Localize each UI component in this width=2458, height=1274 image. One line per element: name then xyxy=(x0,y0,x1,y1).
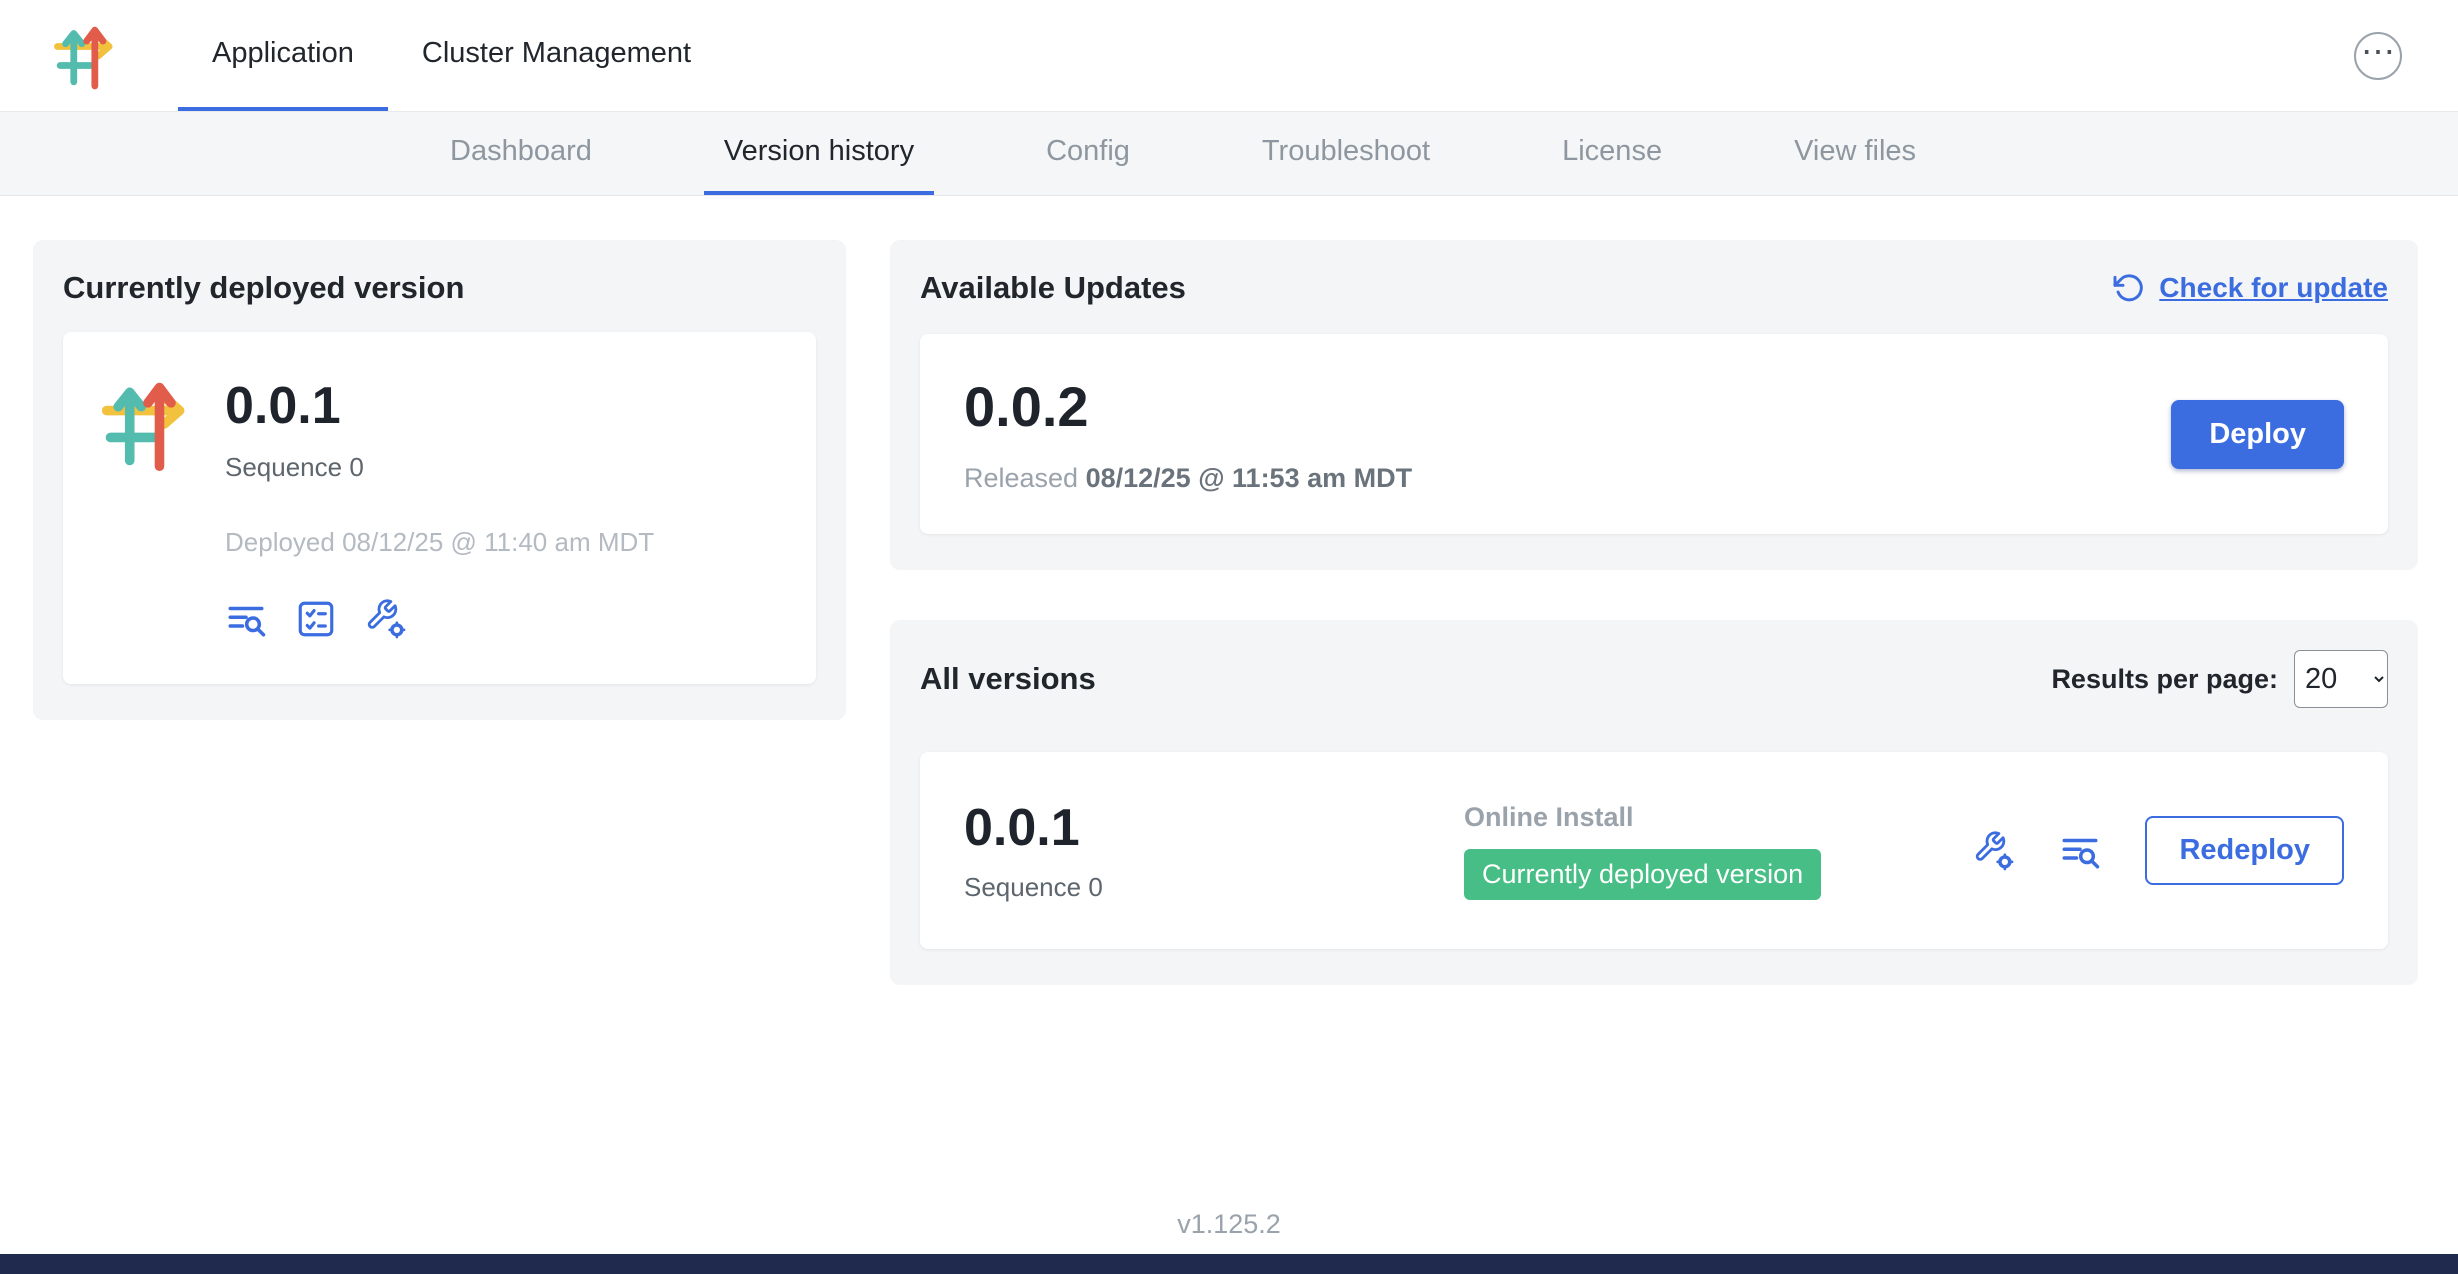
currently-deployed-badge: Currently deployed version xyxy=(1464,849,1821,900)
checklist-icon[interactable] xyxy=(295,598,337,640)
more-menu-button[interactable]: ⋯ xyxy=(2354,32,2402,80)
currently-deployed-card: Currently deployed version 0.0.1 Sequenc… xyxy=(33,240,846,720)
results-per-page: Results per page: 20 xyxy=(2051,650,2388,708)
subnav-item-config[interactable]: Config xyxy=(1026,112,1150,195)
update-info: 0.0.2 Released 08/12/25 @ 11:53 am MDT xyxy=(964,374,1412,494)
bottom-bar xyxy=(0,1254,2458,1274)
current-version-actions xyxy=(225,598,654,640)
subnav-dashboard-label: Dashboard xyxy=(450,135,592,168)
subnav-item-license[interactable]: License xyxy=(1542,112,1682,195)
available-update-row: 0.0.2 Released 08/12/25 @ 11:53 am MDT D… xyxy=(920,334,2388,534)
top-nav: Application Cluster Management ⋯ xyxy=(0,0,2458,112)
app-subnav: Dashboard Version history Config Trouble… xyxy=(0,112,2458,196)
available-updates-header: Available Updates Check for update xyxy=(920,270,2388,306)
results-per-page-select[interactable]: 20 xyxy=(2294,650,2388,708)
released-date: 08/12/25 @ 11:53 am MDT xyxy=(1086,463,1413,493)
tab-cluster-management[interactable]: Cluster Management xyxy=(388,0,725,111)
right-column: Available Updates Check for update 0.0.2… xyxy=(890,240,2418,985)
console-version: v1.125.2 xyxy=(0,1209,2458,1240)
subnav-version-history-label: Version history xyxy=(724,135,914,168)
available-updates-title: Available Updates xyxy=(920,270,1186,306)
check-for-update-label: Check for update xyxy=(2159,272,2388,304)
row-version-number: 0.0.1 xyxy=(964,798,1464,858)
current-version-sequence: Sequence 0 xyxy=(225,452,654,483)
subnav-view-files-label: View files xyxy=(1794,135,1916,168)
version-row-info: 0.0.1 Sequence 0 xyxy=(964,798,1464,903)
redeploy-button[interactable]: Redeploy xyxy=(2145,816,2344,885)
text-search-icon[interactable] xyxy=(2059,830,2101,872)
current-version-number: 0.0.1 xyxy=(225,376,654,436)
subnav-troubleshoot-label: Troubleshoot xyxy=(1262,135,1430,168)
app-logo-icon xyxy=(0,0,120,111)
released-prefix: Released xyxy=(964,463,1078,493)
subnav-item-version-history[interactable]: Version history xyxy=(704,112,934,195)
wrench-gear-icon[interactable] xyxy=(365,598,407,640)
all-versions-card: All versions Results per page: 20 0.0.1 … xyxy=(890,620,2418,985)
tab-application[interactable]: Application xyxy=(178,0,388,111)
current-version-info: 0.0.1 Sequence 0 Deployed 08/12/25 @ 11:… xyxy=(225,376,654,640)
tab-cluster-management-label: Cluster Management xyxy=(422,37,691,70)
text-search-icon[interactable] xyxy=(225,598,267,640)
app-logo-icon xyxy=(99,376,195,640)
install-type-label: Online Install xyxy=(1464,802,1821,833)
all-versions-title: All versions xyxy=(920,661,1096,697)
tab-application-label: Application xyxy=(212,37,354,70)
subnav-item-troubleshoot[interactable]: Troubleshoot xyxy=(1242,112,1450,195)
subnav-item-view-files[interactable]: View files xyxy=(1774,112,1936,195)
subnav-config-label: Config xyxy=(1046,135,1130,168)
row-version-sequence: Sequence 0 xyxy=(964,872,1464,903)
subnav-item-dashboard[interactable]: Dashboard xyxy=(430,112,612,195)
currently-deployed-version-panel: 0.0.1 Sequence 0 Deployed 08/12/25 @ 11:… xyxy=(63,332,816,684)
update-version-number: 0.0.2 xyxy=(964,374,1412,439)
all-versions-header: All versions Results per page: 20 xyxy=(920,650,2388,708)
current-version-deployed-timestamp: Deployed 08/12/25 @ 11:40 am MDT xyxy=(225,527,654,558)
version-row-actions: Redeploy xyxy=(1973,816,2344,885)
update-released-timestamp: Released 08/12/25 @ 11:53 am MDT xyxy=(964,463,1412,494)
subnav-license-label: License xyxy=(1562,135,1662,168)
version-row: 0.0.1 Sequence 0 Online Install Currentl… xyxy=(920,752,2388,949)
currently-deployed-title: Currently deployed version xyxy=(63,270,816,306)
main-content: Currently deployed version 0.0.1 Sequenc… xyxy=(0,196,2458,985)
results-per-page-label: Results per page: xyxy=(2051,664,2278,695)
top-tabs: Application Cluster Management xyxy=(178,0,725,111)
deploy-button[interactable]: Deploy xyxy=(2171,400,2344,469)
wrench-gear-icon[interactable] xyxy=(1973,830,2015,872)
version-row-status: Online Install Currently deployed versio… xyxy=(1464,802,1821,900)
refresh-icon xyxy=(2113,272,2145,304)
check-for-update-link[interactable]: Check for update xyxy=(2113,272,2388,304)
ellipsis-icon: ⋯ xyxy=(2361,35,2395,69)
available-updates-card: Available Updates Check for update 0.0.2… xyxy=(890,240,2418,570)
